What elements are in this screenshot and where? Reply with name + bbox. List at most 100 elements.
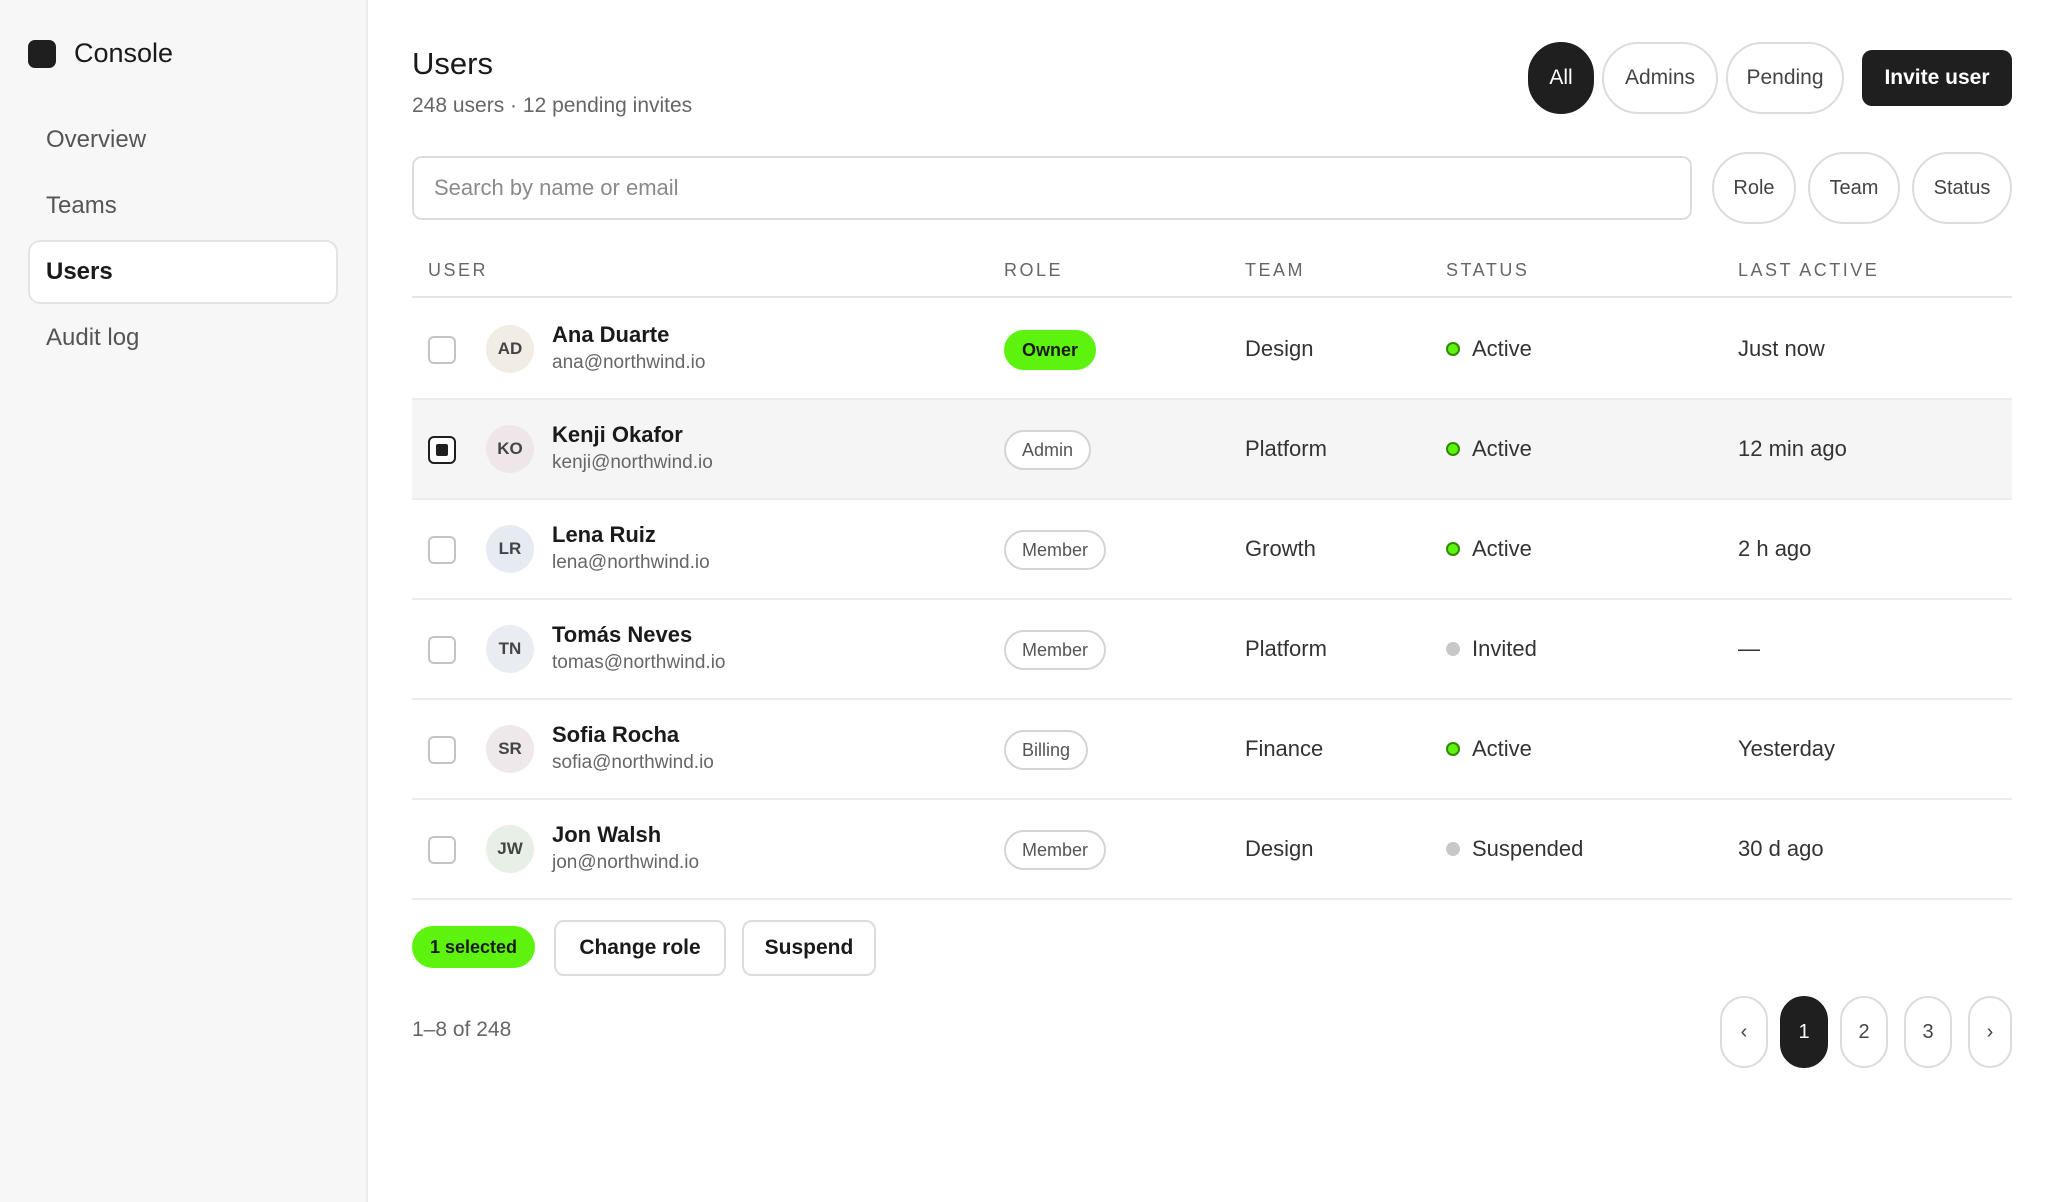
avatar: KO	[486, 425, 534, 473]
status-cell: Suspended	[1446, 836, 1583, 862]
avatar: JW	[486, 825, 534, 873]
row-checkbox[interactable]	[428, 436, 456, 464]
role-badge: Billing	[1004, 730, 1089, 770]
status-label: Active	[1472, 536, 1532, 561]
user-name: Ana Duarte	[552, 322, 670, 347]
avatar: LR	[486, 525, 534, 573]
column-header-status: STATUS	[1446, 260, 1530, 280]
role-badge: Member	[1004, 830, 1107, 870]
next-page-button[interactable]: ›	[1968, 996, 2012, 1068]
segment-admins[interactable]: Admins	[1602, 42, 1718, 114]
sidebar-item-teams[interactable]: Teams	[28, 174, 338, 238]
last-active-cell: 2 h ago	[1738, 536, 1812, 561]
brand-logo-icon	[28, 39, 56, 68]
table-row[interactable]: LR Lena Ruiz lena@northwind.io Member Gr…	[412, 500, 2012, 600]
user-email: lena@northwind.io	[552, 552, 710, 573]
team-cell: Platform	[1245, 636, 1327, 661]
sidebar-item-overview[interactable]: Overview	[28, 108, 338, 172]
last-active-cell: 12 min ago	[1738, 436, 1847, 461]
status-label: Suspended	[1472, 836, 1584, 861]
selection-count-badge: 1 selected	[412, 926, 536, 968]
brand: Console	[28, 38, 173, 69]
user-name: Sofia Rocha	[552, 722, 680, 747]
status-cell: Active	[1446, 536, 1532, 562]
last-active-cell: 30 d ago	[1738, 836, 1824, 861]
column-header-user: USER	[428, 260, 489, 280]
status-label: Active	[1472, 436, 1532, 461]
column-header-last-active: LAST ACTIVE	[1738, 260, 1880, 280]
sidebar: Console Overview Teams Users Audit log	[0, 0, 368, 1202]
status-label: Invited	[1472, 636, 1537, 661]
sidebar-nav: Overview Teams Users Audit log	[28, 108, 338, 372]
pagination-range: 1–8 of 248	[412, 1018, 512, 1041]
last-active-cell: Just now	[1738, 336, 1825, 361]
filter-status-button[interactable]: Status	[1912, 152, 2012, 224]
segment-pending[interactable]: Pending	[1726, 42, 1844, 114]
status-cell: Invited	[1446, 636, 1537, 662]
role-badge: Member	[1004, 530, 1107, 570]
team-cell: Finance	[1245, 736, 1324, 761]
table-row[interactable]: KO Kenji Okafor kenji@northwind.io Admin…	[412, 400, 2012, 500]
user-email: kenji@northwind.io	[552, 452, 713, 473]
avatar: AD	[486, 325, 534, 373]
page-button-1[interactable]: 1	[1780, 996, 1828, 1068]
team-cell: Platform	[1245, 436, 1327, 461]
table-row[interactable]: TN Tomás Neves tomas@northwind.io Member…	[412, 600, 2012, 700]
role-badge: Owner	[1004, 330, 1097, 370]
status-dot-icon	[1446, 742, 1460, 756]
table-row[interactable]: AD Ana Duarte ana@northwind.io Owner Des…	[412, 300, 2012, 400]
table-row[interactable]: JW Jon Walsh jon@northwind.io Member Des…	[412, 800, 2012, 900]
sidebar-item-users[interactable]: Users	[28, 240, 338, 304]
status-dot-icon	[1446, 642, 1460, 656]
table-row[interactable]: SR Sofia Rocha sofia@northwind.io Billin…	[412, 700, 2012, 800]
status-dot-icon	[1446, 442, 1460, 456]
page-button-3[interactable]: 3	[1904, 996, 1952, 1068]
invite-user-button[interactable]: Invite user	[1862, 50, 2012, 106]
segment-all[interactable]: All	[1528, 42, 1594, 114]
user-email: jon@northwind.io	[552, 852, 700, 873]
team-cell: Design	[1245, 336, 1314, 361]
column-header-role: ROLE	[1004, 260, 1064, 280]
status-label: Active	[1472, 336, 1532, 361]
filter-role-button[interactable]: Role	[1712, 152, 1796, 224]
last-active-cell: Yesterday	[1738, 736, 1836, 761]
status-dot-icon	[1446, 542, 1460, 556]
column-header-team: TEAM	[1245, 260, 1306, 280]
status-cell: Active	[1446, 436, 1532, 462]
team-cell: Growth	[1245, 536, 1316, 561]
row-checkbox[interactable]	[428, 336, 456, 364]
last-active-cell: —	[1738, 636, 1760, 661]
page-title: Users	[412, 46, 493, 81]
suspend-button[interactable]: Suspend	[742, 920, 876, 976]
role-badge: Admin	[1004, 430, 1092, 470]
row-checkbox[interactable]	[428, 636, 456, 664]
prev-page-button[interactable]: ‹	[1720, 996, 1768, 1068]
user-email: tomas@northwind.io	[552, 652, 726, 673]
row-checkbox[interactable]	[428, 536, 456, 564]
user-name: Jon Walsh	[552, 822, 662, 847]
user-name: Kenji Okafor	[552, 422, 683, 447]
role-badge: Member	[1004, 630, 1107, 670]
status-dot-icon	[1446, 842, 1460, 856]
status-label: Active	[1472, 736, 1532, 761]
search-input[interactable]	[412, 156, 1692, 220]
page-button-2[interactable]: 2	[1840, 996, 1888, 1068]
sidebar-item-audit-log[interactable]: Audit log	[28, 306, 338, 370]
status-cell: Active	[1446, 336, 1532, 362]
status-cell: Active	[1446, 736, 1532, 762]
change-role-button[interactable]: Change role	[554, 920, 726, 976]
status-dot-icon	[1446, 342, 1460, 356]
table-header: USER ROLE TEAM STATUS LAST ACTIVE	[412, 250, 2012, 298]
avatar: SR	[486, 725, 534, 773]
avatar: TN	[486, 625, 534, 673]
brand-name: Console	[74, 38, 174, 68]
row-checkbox[interactable]	[428, 736, 456, 764]
page-subtitle: 248 users · 12 pending invites	[412, 94, 693, 117]
row-checkbox[interactable]	[428, 836, 456, 864]
user-name: Tomás Neves	[552, 622, 693, 647]
filter-team-button[interactable]: Team	[1808, 152, 1900, 224]
user-email: ana@northwind.io	[552, 352, 706, 373]
user-email: sofia@northwind.io	[552, 752, 714, 773]
user-name: Lena Ruiz	[552, 522, 656, 547]
team-cell: Design	[1245, 836, 1314, 861]
